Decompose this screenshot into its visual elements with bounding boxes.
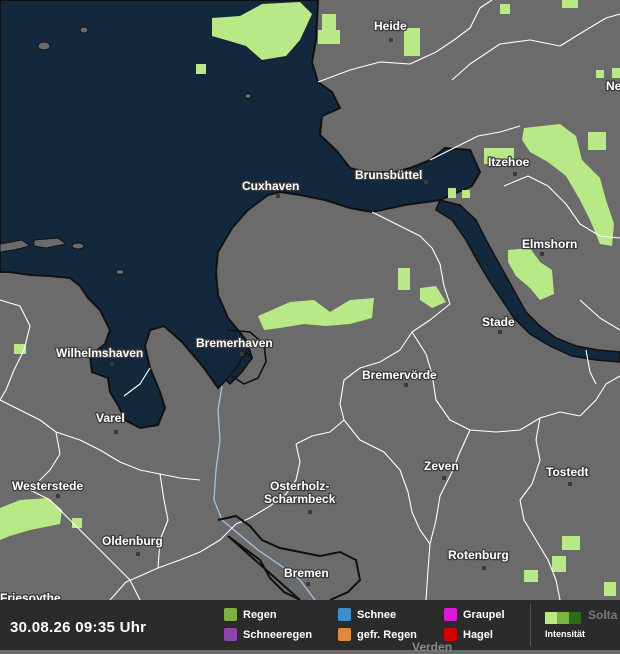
legend-item-graupel: Graupel	[444, 608, 505, 621]
city-label-osterholz-2: Scharmbeck	[264, 492, 336, 506]
legend-label-schnee: Schnee	[357, 608, 397, 621]
city-label-zeven: Zeven	[424, 459, 459, 473]
city-label-itzehoe: Itzehoe	[488, 155, 530, 169]
legend-cut-label: Solta	[588, 608, 618, 622]
legend-label-gefr-regen: gefr. Regen	[357, 628, 417, 641]
city-label-cuxhaven: Cuxhaven	[242, 179, 299, 193]
city-label-friesoythe: Friesoythe	[0, 591, 61, 600]
legend-swatch-schneeregen	[224, 628, 237, 641]
city-label-varel: Varel	[96, 411, 125, 425]
city-label-wilhelmshaven: Wilhelmshaven	[56, 346, 143, 360]
timestamp: 30.08.26 09:35 Uhr	[10, 619, 147, 636]
legend-label-schneeregen: Schneeregen	[243, 628, 313, 641]
city-label-bremervoerde: Bremervörde	[362, 368, 437, 382]
intensity-swatch-heavy	[569, 612, 581, 624]
legend-label-hagel: Hagel	[463, 628, 493, 641]
city-label-rotenburg: Rotenburg	[448, 548, 509, 562]
city-label-tostedt: Tostedt	[546, 465, 588, 479]
intensity-swatch-light	[545, 612, 557, 624]
city-label-oldenburg: Oldenburg	[102, 534, 163, 548]
city-label-verden: Verden	[412, 640, 453, 654]
city-label-osterholz-1: Osterholz-	[270, 479, 329, 493]
legend-swatch-schnee	[338, 608, 351, 621]
legend-item-regen: Regen	[224, 608, 277, 621]
legend-swatch-graupel	[444, 608, 457, 621]
legend-label-regen: Regen	[243, 608, 277, 621]
intensity-swatch-medium	[557, 612, 569, 624]
map-footer: 30.08.26 09:35 Uhr Regen Schnee Graupel …	[0, 600, 620, 654]
legend-swatch-gefr-regen	[338, 628, 351, 641]
legend-label-graupel: Graupel	[463, 608, 505, 621]
city-label-ne: Ne	[606, 79, 620, 93]
weather-map[interactable]: Heide Ne Itzehoe Brunsbüttel Cuxhaven El…	[0, 0, 620, 600]
intensity-label: Intensität	[545, 629, 586, 639]
legend-item-schnee: Schnee	[338, 608, 396, 621]
city-label-heide: Heide	[374, 19, 407, 33]
city-label-bremerhaven: Bremerhaven	[196, 336, 273, 350]
city-label-westerstede: Westerstede	[12, 479, 83, 493]
city-label-bremen: Bremen	[284, 566, 329, 580]
legend-item-gefr-regen: gefr. Regen	[338, 628, 417, 641]
intensity-scale	[545, 611, 581, 629]
city-label-stade: Stade	[482, 315, 515, 329]
legend-separator	[530, 604, 531, 646]
legend-item-schneeregen: Schneeregen	[224, 628, 312, 641]
city-label-elmshorn: Elmshorn	[522, 237, 577, 251]
city-label-brunsbuettel: Brunsbüttel	[355, 168, 422, 182]
legend-swatch-regen	[224, 608, 237, 621]
